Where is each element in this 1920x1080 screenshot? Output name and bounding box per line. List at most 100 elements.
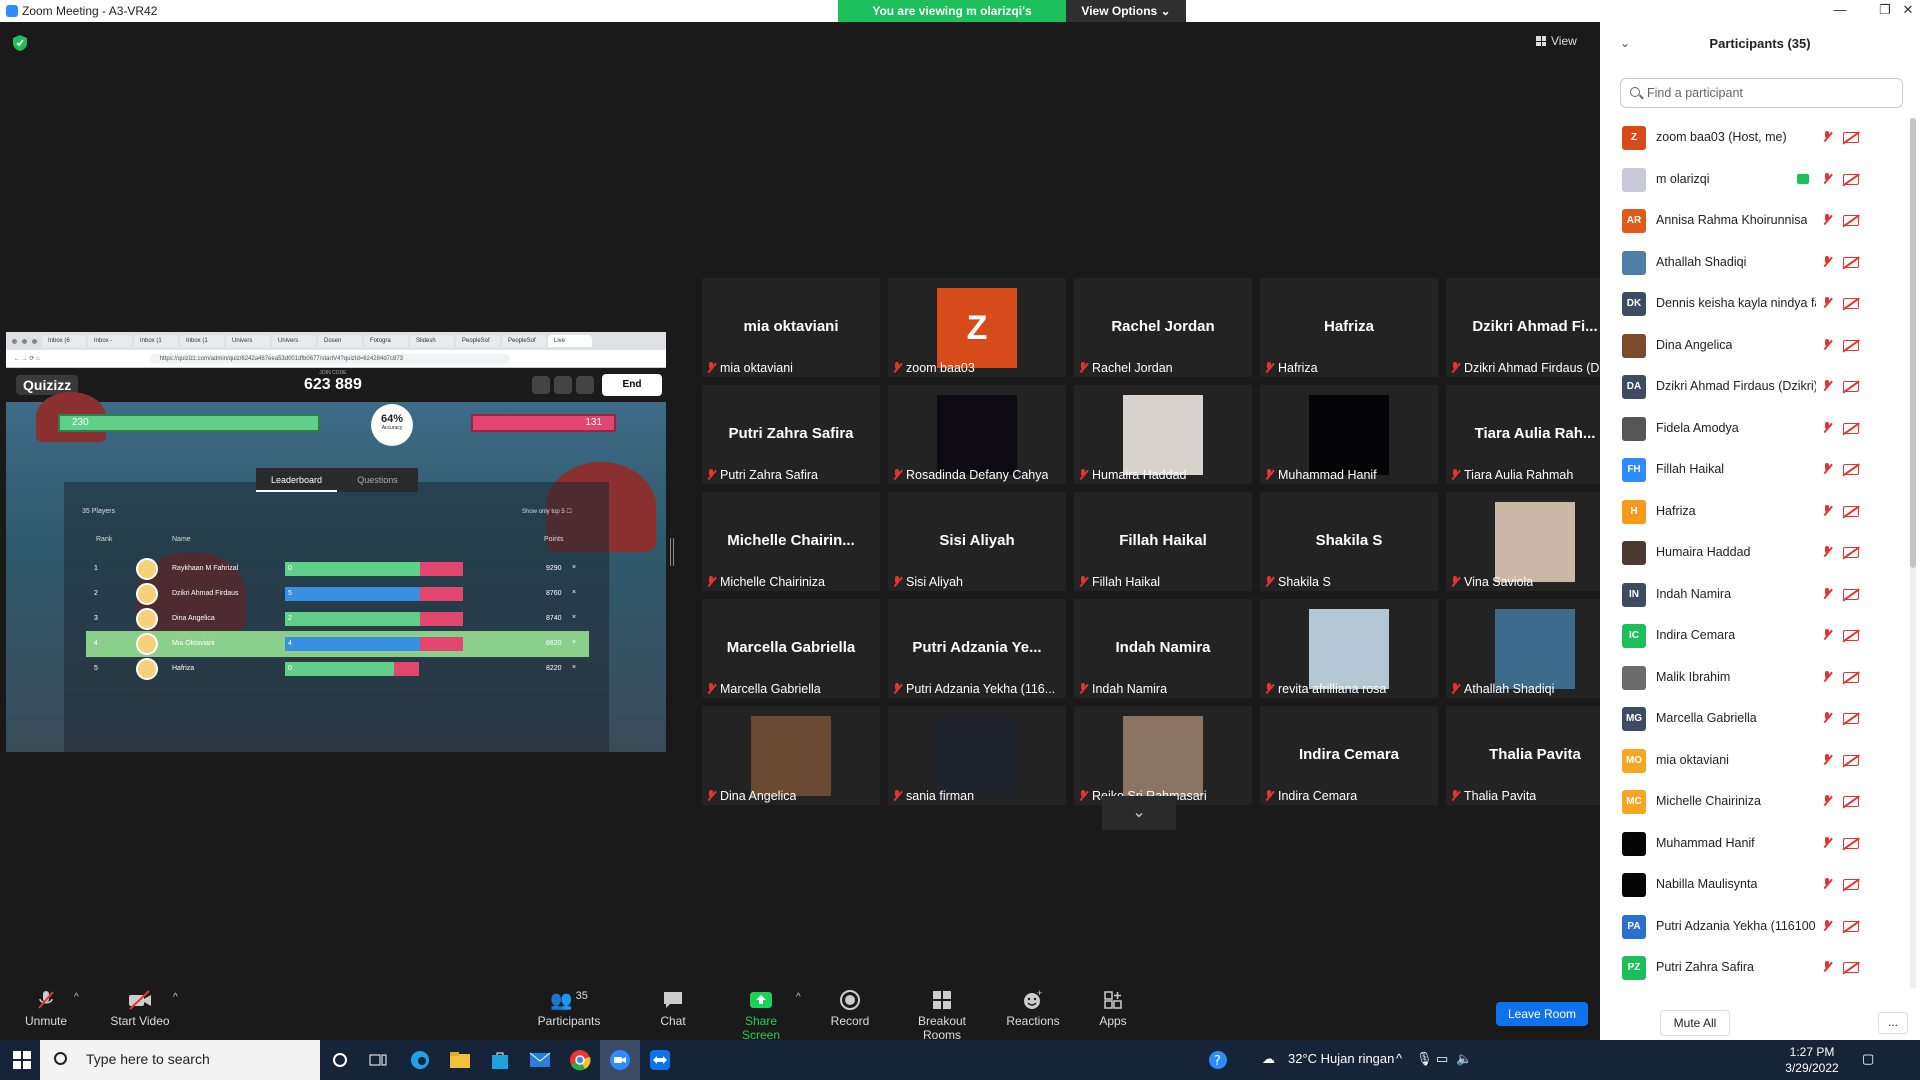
volume-tray-icon[interactable]: 🔈 [1456, 1051, 1472, 1067]
participant-row[interactable]: MO mia oktaviani [1600, 741, 1910, 782]
participant-row[interactable]: MG Marcella Gabriella [1600, 699, 1910, 740]
video-tile[interactable]: revita afrilliana rosa [1260, 599, 1438, 698]
weather-cloud-icon[interactable]: ☁ [1262, 1051, 1275, 1067]
video-tile[interactable]: Zzoom baa03 [888, 278, 1066, 377]
participants-button[interactable]: 👥 35 Participants [534, 986, 604, 1040]
store-icon[interactable] [480, 1040, 520, 1080]
video-tile[interactable]: Muhammad Hanif [1260, 385, 1438, 484]
participant-row[interactable]: PZ Putri Zahra Safira [1600, 948, 1910, 988]
participant-row[interactable]: Muhammad Hanif [1600, 824, 1910, 865]
participant-video-off-icon [1843, 173, 1859, 185]
participant-row[interactable]: m olarizqi [1600, 160, 1910, 201]
video-tile[interactable]: mia oktaviani mia oktaviani [702, 278, 880, 377]
breakout-rooms-button[interactable]: Breakout Rooms [898, 986, 986, 1042]
video-tile[interactable]: Vina Saviola [1446, 492, 1624, 591]
apps-button[interactable]: Apps [1098, 986, 1128, 1040]
notifications-icon[interactable]: ▢ [1862, 1051, 1874, 1067]
participant-row[interactable]: Humaira Haddad [1600, 533, 1910, 574]
chrome-icon[interactable] [560, 1040, 600, 1080]
video-tile[interactable]: Putri Adzania Ye... Putri Adzania Yekha (… [888, 599, 1066, 698]
view-layout-button[interactable]: View [1536, 34, 1577, 48]
participant-name: Fidela Amodya [1656, 420, 1739, 435]
video-tile[interactable]: Indah Namira Indah Namira [1074, 599, 1252, 698]
zoom-taskbar-icon[interactable] [600, 1040, 640, 1080]
participant-row[interactable]: FH Fillah Haikal [1600, 450, 1910, 491]
video-tile[interactable]: Rosadinda Defany Cahya [888, 385, 1066, 484]
participant-row[interactable]: Nabilla Maulisynta [1600, 865, 1910, 906]
weather-text[interactable]: 32°C Hujan ringan [1288, 1051, 1394, 1066]
scrollbar-thumb[interactable] [1910, 118, 1916, 568]
video-tile[interactable]: Tiara Aulia Rah... Tiara Aulia Rahmah [1446, 385, 1624, 484]
video-tile[interactable]: Putri Zahra Safira Putri Zahra Safira [702, 385, 880, 484]
video-tile[interactable]: Hafriza Hafriza [1260, 278, 1438, 377]
edge-browser-icon[interactable] [400, 1040, 440, 1080]
network-icon[interactable]: ▭ [1436, 1051, 1448, 1067]
start-video-button[interactable]: Start Video [106, 986, 174, 1040]
leaderboard-row: 5 Hafriza 0 8220 × [86, 656, 589, 682]
taskbar-search-input[interactable]: Type here to search [40, 1040, 320, 1080]
participant-row[interactable]: IC Indira Cemara [1600, 616, 1910, 657]
share-screen-button[interactable]: Share Screen [726, 986, 796, 1042]
video-tile[interactable]: Michelle Chairin... Michelle Chairiniza [702, 492, 880, 591]
video-tile[interactable]: Athallah Shadiqi [1446, 599, 1624, 698]
reactions-button[interactable]: + Reactions [1006, 986, 1060, 1040]
participant-row[interactable]: H Hafriza [1600, 492, 1910, 533]
gallery-next-page-icon[interactable]: ⌄ [1102, 796, 1176, 830]
participant-row[interactable]: DK Dennis keisha kayla nindya fairuz [1600, 284, 1910, 325]
participant-row[interactable]: MC Michelle Chairiniza [1600, 782, 1910, 823]
participant-row[interactable]: Athallah Shadiqi [1600, 243, 1910, 284]
unmute-button[interactable]: Unmute [18, 986, 74, 1040]
video-tile[interactable]: sania firman [888, 706, 1066, 805]
video-tile[interactable]: Dina Angelica [702, 706, 880, 805]
participant-search-input[interactable]: Find a participant [1620, 78, 1903, 108]
video-tile[interactable]: Shakila S Shakila S [1260, 492, 1438, 591]
video-tile[interactable]: Humaira Haddad [1074, 385, 1252, 484]
video-tile[interactable]: Reiko Sri Rahmasari [1074, 706, 1252, 805]
minimize-icon[interactable]: — [1825, 2, 1855, 17]
mute-all-button[interactable]: Mute All [1660, 1010, 1730, 1036]
participant-row[interactable]: Malik Ibrahim [1600, 658, 1910, 699]
smiley-plus-icon: + [1024, 989, 1042, 1009]
windows-start-icon[interactable] [13, 1051, 31, 1069]
audio-options-caret-icon[interactable]: ^ [74, 992, 79, 1003]
participant-row[interactable]: IN Indah Namira [1600, 575, 1910, 616]
participant-row[interactable]: Zzoom baa03 (Host, me) [1600, 118, 1910, 159]
participant-video-off-icon [1843, 920, 1859, 932]
video-options-caret-icon[interactable]: ^ [173, 992, 178, 1003]
security-shield-icon[interactable] [12, 34, 28, 52]
task-view-icon[interactable] [358, 1040, 398, 1080]
teamviewer-icon[interactable] [640, 1040, 680, 1080]
participant-row[interactable]: DA Dzikri Ahmad Firdaus (Dzikri) [1600, 367, 1910, 408]
video-tile[interactable]: Sisi Aliyah Sisi Aliyah [888, 492, 1066, 591]
close-icon[interactable]: ✕ [1893, 2, 1920, 18]
tile-name-text: Vina Saviola [1464, 575, 1534, 589]
more-options-button[interactable]: ... [1878, 1012, 1908, 1034]
mail-icon[interactable] [520, 1040, 560, 1080]
participant-row[interactable]: Fidela Amodya [1600, 409, 1910, 450]
participant-row[interactable]: PA Putri Adzania Yekha (11610033... [1600, 907, 1910, 948]
video-tile[interactable]: Dzikri Ahmad Fi... Dzikri Ahmad Firdaus (… [1446, 278, 1624, 377]
cortana-icon[interactable] [320, 1040, 360, 1080]
video-tile[interactable]: Indira Cemara Indira Cemara [1260, 706, 1438, 805]
chat-button[interactable]: Chat [658, 986, 688, 1040]
leave-room-button[interactable]: Leave Room [1496, 1002, 1588, 1026]
microphone-tray-icon[interactable]: 🎙 [1416, 1051, 1433, 1067]
player-avatar [136, 583, 158, 605]
taskbar-clock[interactable]: 1:27 PM 3/29/2022 [1780, 1044, 1844, 1076]
participant-row[interactable]: Dina Angelica [1600, 326, 1910, 367]
mic-muted-icon [706, 469, 716, 481]
video-tile[interactable]: Rachel Jordan Rachel Jordan [1074, 278, 1252, 377]
tray-expand-icon[interactable]: ^ [1396, 1051, 1402, 1066]
participants-scrollbar[interactable] [1910, 118, 1916, 988]
share-options-caret-icon[interactable]: ^ [796, 992, 801, 1003]
view-options-button[interactable]: View Options ⌄ [1066, 0, 1186, 22]
video-tile[interactable]: Fillah Haikal Fillah Haikal [1074, 492, 1252, 591]
split-drag-handle[interactable] [670, 538, 674, 566]
name-header: Name [172, 536, 191, 543]
video-tile[interactable]: Marcella Gabriella Marcella Gabriella [702, 599, 880, 698]
file-explorer-icon[interactable] [440, 1040, 480, 1080]
help-icon[interactable]: ? [1198, 1040, 1238, 1080]
video-tile[interactable]: Thalia Pavita Thalia Pavita [1446, 706, 1624, 805]
record-button[interactable]: Record [830, 986, 870, 1040]
participant-row[interactable]: AR Annisa Rahma Khoirunnisa [1600, 201, 1910, 242]
